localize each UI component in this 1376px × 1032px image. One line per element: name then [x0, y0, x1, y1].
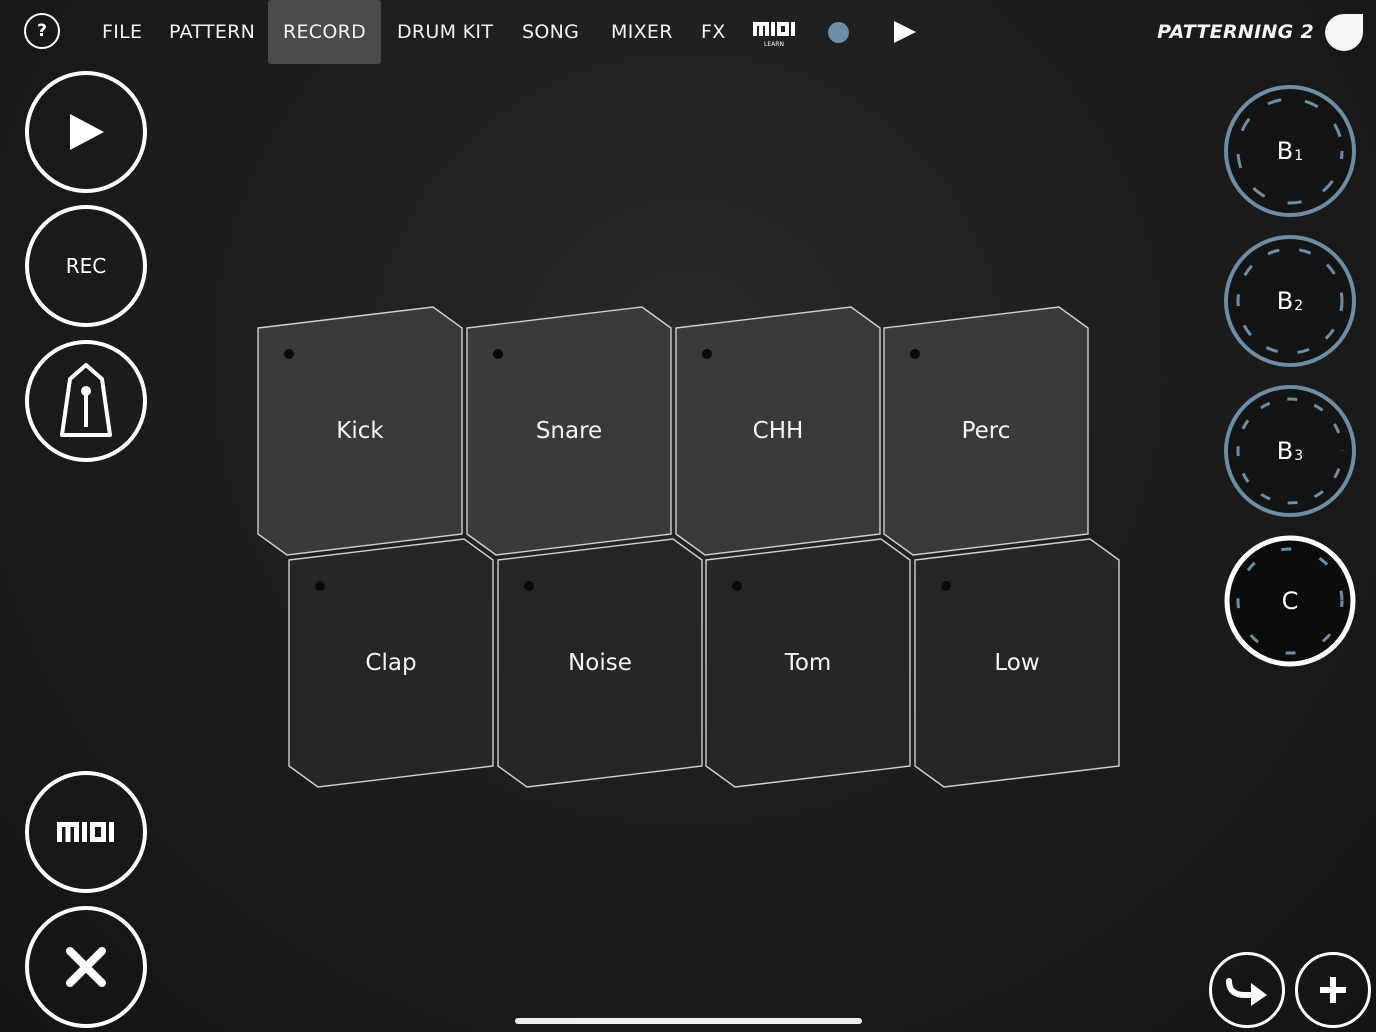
play-button[interactable] — [25, 71, 147, 193]
record-indicator-dot[interactable] — [828, 22, 849, 43]
plus-icon — [1320, 977, 1346, 1003]
bank-number: 1 — [1294, 148, 1304, 164]
bank-b3-button[interactable]: B3 — [1223, 384, 1357, 518]
pad-indicator-dot — [702, 349, 712, 359]
rec-label: REC — [65, 254, 107, 278]
menu-drum-kit[interactable]: DRUM KIT — [397, 0, 493, 64]
pad-indicator-dot — [315, 581, 325, 591]
pad-label: Tom — [784, 650, 832, 676]
pad-indicator-dot — [524, 581, 534, 591]
pad-indicator-dot — [941, 581, 951, 591]
bank-letter: B — [1276, 287, 1294, 315]
leaf-logo-icon[interactable] — [1323, 12, 1365, 52]
metronome-icon — [60, 363, 112, 437]
menu-song[interactable]: SONG — [522, 0, 579, 64]
midi-learn-icon[interactable]: LEARN — [752, 20, 796, 48]
pad-label: Snare — [535, 418, 603, 444]
song-title[interactable]: PATTERNING 2 — [1157, 0, 1314, 64]
home-indicator — [515, 1018, 862, 1024]
bank-number: 2 — [1294, 298, 1304, 314]
close-icon — [66, 947, 106, 987]
bank-letter: C — [1281, 587, 1299, 615]
pad-indicator-dot — [732, 581, 742, 591]
bank-b1-button[interactable]: B1 — [1223, 84, 1357, 218]
pad-indicator-dot — [493, 349, 503, 359]
pad-indicator-dot — [284, 349, 294, 359]
pad-label: Clap — [365, 650, 417, 676]
bank-number: 3 — [1294, 448, 1304, 464]
pad-tom[interactable]: Tom — [705, 538, 911, 788]
bank-letter: B — [1276, 437, 1294, 465]
pad-label: CHH — [752, 418, 804, 444]
menu-file[interactable]: FILE — [102, 0, 142, 64]
add-button[interactable] — [1295, 952, 1371, 1028]
pad-noise[interactable]: Noise — [497, 538, 703, 788]
pad-label: Noise — [568, 650, 632, 676]
bank-c-button[interactable]: C — [1223, 534, 1357, 668]
pad-label: Perc — [961, 418, 1011, 444]
pad-indicator-dot — [910, 349, 920, 359]
bank-b2-button[interactable]: B2 — [1223, 234, 1357, 368]
transport-play-icon[interactable] — [894, 21, 916, 43]
pad-clap[interactable]: Clap — [288, 538, 494, 788]
redo-button[interactable] — [1209, 952, 1285, 1028]
close-button[interactable] — [25, 906, 147, 1028]
menu-record[interactable]: RECORD — [268, 0, 381, 64]
pad-snare[interactable]: Snare — [466, 306, 672, 556]
pad-perc[interactable]: Perc — [883, 306, 1089, 556]
play-icon — [70, 114, 104, 150]
pad-low[interactable]: Low — [914, 538, 1120, 788]
pad-chh[interactable]: CHH — [675, 306, 881, 556]
menu-fx[interactable]: FX — [701, 0, 726, 64]
metronome-button[interactable] — [25, 340, 147, 462]
pad-label: Kick — [336, 418, 384, 444]
midi-button[interactable] — [25, 771, 147, 893]
rec-button[interactable]: REC — [25, 205, 147, 327]
svg-text:LEARN: LEARN — [764, 41, 784, 48]
top-menu-bar: ? FILE PATTERN RECORD DRUM KIT SONG MIXE… — [0, 0, 1376, 64]
menu-pattern[interactable]: PATTERN — [169, 0, 255, 64]
pad-label: Low — [994, 650, 1040, 676]
bank-letter: B — [1276, 137, 1294, 165]
midi-icon — [57, 822, 114, 842]
redo-arrow-icon — [1226, 978, 1267, 1006]
pad-kick[interactable]: Kick — [257, 306, 463, 556]
menu-mixer[interactable]: MIXER — [611, 0, 673, 64]
help-button[interactable]: ? — [24, 13, 60, 49]
